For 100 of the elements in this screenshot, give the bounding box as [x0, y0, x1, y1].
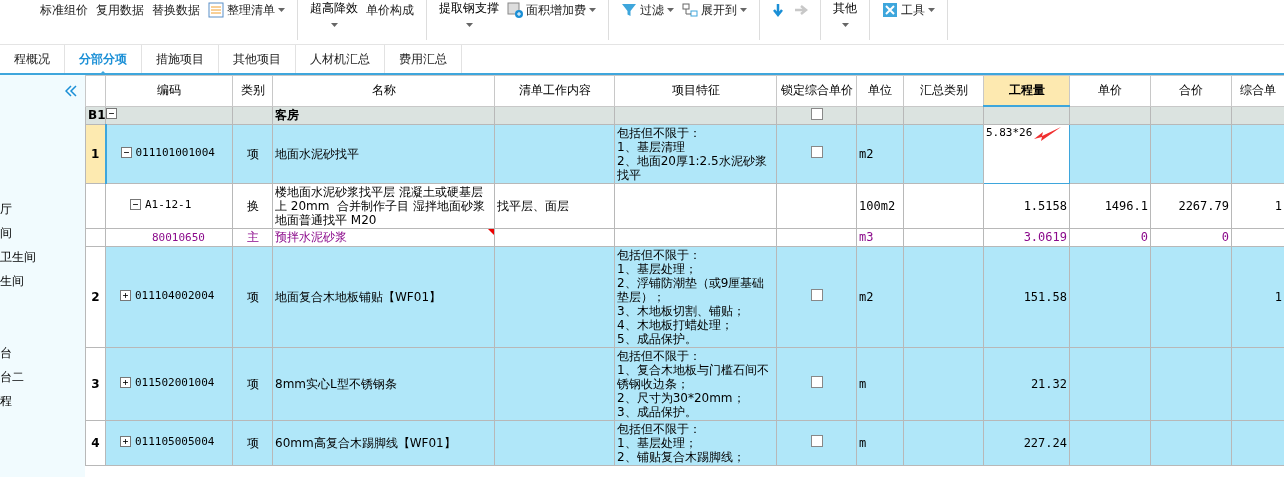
row-number: 3 — [85, 347, 106, 420]
grid-add-icon — [507, 2, 523, 18]
checkbox[interactable] — [810, 107, 823, 120]
row-number: 2 — [85, 246, 106, 347]
table-cell: 项 — [232, 246, 273, 347]
code-text: 011502001004 — [135, 375, 215, 390]
code-text: 011101001004 — [135, 145, 215, 160]
table-cell: 1.5158 — [983, 183, 1070, 228]
table-cell: 2267.79 — [1150, 183, 1232, 228]
toolbar-button[interactable]: 单价构成 — [366, 0, 414, 20]
column-header[interactable]: 项目特征 — [614, 75, 777, 106]
table-cell: 1496.1 — [1069, 183, 1151, 228]
toolbar-button[interactable]: 工具 — [882, 0, 935, 20]
tree-icon — [682, 2, 698, 18]
caret-icon — [928, 8, 935, 12]
row-number: 1 — [85, 124, 106, 183]
expand-icon[interactable] — [120, 290, 131, 302]
table-cell: 包括但不限于： 1、基层清理 2、地面20厚1:2.5水泥砂浆找平 — [614, 124, 777, 183]
caret-icon — [740, 8, 747, 12]
caret-icon — [465, 23, 473, 27]
caret-icon — [841, 23, 849, 27]
column-header[interactable]: 类别 — [232, 75, 273, 106]
table-cell: 项 — [232, 124, 273, 183]
column-header[interactable]: 单价 — [1069, 75, 1151, 106]
table-cell: 项 — [232, 420, 273, 465]
checkbox[interactable] — [810, 376, 823, 388]
sidebar-item[interactable]: 厅 — [0, 201, 85, 225]
tab[interactable]: 程概况 — [0, 45, 65, 73]
collapse-icon[interactable] — [106, 108, 117, 119]
toolbar-button[interactable]: 面积增加费 — [507, 0, 596, 20]
table-cell: 换 — [232, 183, 273, 228]
sidebar-item[interactable]: 生间 — [0, 273, 85, 297]
table-cell: 包括但不限于： 1、基层处理； 2、浮铺防潮垫（或9厘基础垫层）； 3、木地板切割、铺贴； 4、木地板打蜡处理； 5、成品保护。 — [614, 246, 777, 347]
toolbar-button[interactable]: 其他 — [833, 0, 857, 36]
column-header[interactable]: 汇总类别 — [903, 75, 984, 106]
table-cell: 楼地面水泥砂浆找平层 混凝土或硬基层上 20mm 合并制作子目 湿拌地面砂浆地面普通找平 M20 — [272, 183, 495, 228]
column-header[interactable]: 综合单 — [1231, 75, 1284, 106]
sidebar-item[interactable]: 卫生间 — [0, 249, 85, 273]
collapse-double-chevron-icon[interactable] — [65, 85, 77, 97]
tab[interactable]: 其他项目 — [219, 45, 296, 73]
checkbox[interactable] — [810, 146, 823, 158]
expand-icon[interactable] — [120, 436, 131, 448]
row-number: 4 — [85, 420, 106, 465]
code-text: 80010650 — [152, 230, 205, 245]
toolbar-button[interactable]: 展开到 — [682, 0, 747, 20]
toolbar-button[interactable]: 超高降效 — [310, 0, 358, 36]
table-cell: 1 — [1231, 246, 1284, 347]
checkbox[interactable] — [810, 289, 823, 301]
caret-icon — [667, 8, 674, 12]
table-cell: 21.32 — [983, 347, 1070, 420]
table-cell: m — [856, 347, 904, 420]
tab[interactable]: 措施项目 — [142, 45, 219, 73]
caret-icon — [330, 23, 338, 27]
table-cell: 找平层、面层 — [494, 183, 615, 228]
table-cell: 包括但不限于： 1、复合木地板与门槛石间不锈钢收边条； 2、尺寸为30*20mm； 3、成品保护。 — [614, 347, 777, 420]
toolbar-button[interactable]: 复用数据 — [96, 0, 144, 20]
column-header[interactable]: 工程量 — [983, 75, 1070, 106]
table-cell: 227.24 — [983, 420, 1070, 465]
table-cell: m2 — [856, 246, 904, 347]
toolbar-button[interactable]: 过滤 — [621, 0, 674, 20]
table-cell: 地面水泥砂找平 — [272, 124, 495, 183]
table-cell: 包括但不限于： 1、基层处理； 2、铺贴复合木踢脚线； — [614, 420, 777, 465]
sidebar-item[interactable]: 台 — [0, 345, 85, 369]
caret-icon — [278, 8, 285, 12]
table-cell: 1 — [1231, 183, 1284, 228]
tab[interactable]: 费用汇总 — [385, 45, 462, 73]
table-cell: 151.58 — [983, 246, 1070, 347]
column-header[interactable]: 合价 — [1150, 75, 1232, 106]
table-cell: 项 — [232, 347, 273, 420]
column-header[interactable]: 单位 — [856, 75, 904, 106]
list-icon — [208, 2, 224, 18]
sidebar-item[interactable]: 台二 — [0, 369, 85, 393]
column-header[interactable]: 清单工作内容 — [494, 75, 615, 106]
tab[interactable]: 人材机汇总 — [296, 45, 385, 73]
table-cell: 8mm实心L型不锈钢条 — [272, 347, 495, 420]
column-header[interactable]: 名称 — [272, 75, 495, 106]
table-cell: m — [856, 420, 904, 465]
code-text: 011104002004 — [135, 288, 215, 303]
caret-icon — [589, 8, 596, 12]
sidebar-item[interactable]: 程 — [0, 393, 85, 417]
toolbar-button[interactable]: 标准组价 — [40, 0, 88, 20]
column-header[interactable]: 锁定综合单价 — [776, 75, 857, 106]
checkbox[interactable] — [810, 435, 823, 447]
collapse-icon[interactable] — [120, 147, 132, 159]
code-text: A1-12-1 — [145, 197, 192, 212]
table-cell: 60mm高复合木踢脚线【WF01】 — [272, 420, 495, 465]
column-header[interactable]: 编码 — [105, 75, 233, 106]
toolbar-button[interactable]: 提取钢支撑 — [439, 0, 499, 36]
sidebar-item[interactable]: 间 — [0, 225, 85, 249]
table-cell: m2 — [856, 124, 904, 183]
collapse-icon[interactable] — [130, 199, 141, 211]
toolbar-button[interactable]: 替换数据 — [152, 0, 200, 20]
expand-icon[interactable] — [120, 377, 131, 389]
table-cell: 地面复合木地板铺贴【WF01】 — [272, 246, 495, 347]
table-cell: 100m2 — [856, 183, 904, 228]
code-text: 011105005004 — [135, 434, 215, 449]
quantity-input[interactable]: 5.83*26 — [986, 125, 1033, 140]
tools-icon — [882, 2, 898, 18]
filter-icon — [621, 2, 637, 18]
toolbar-button[interactable]: 整理清单 — [208, 0, 285, 20]
